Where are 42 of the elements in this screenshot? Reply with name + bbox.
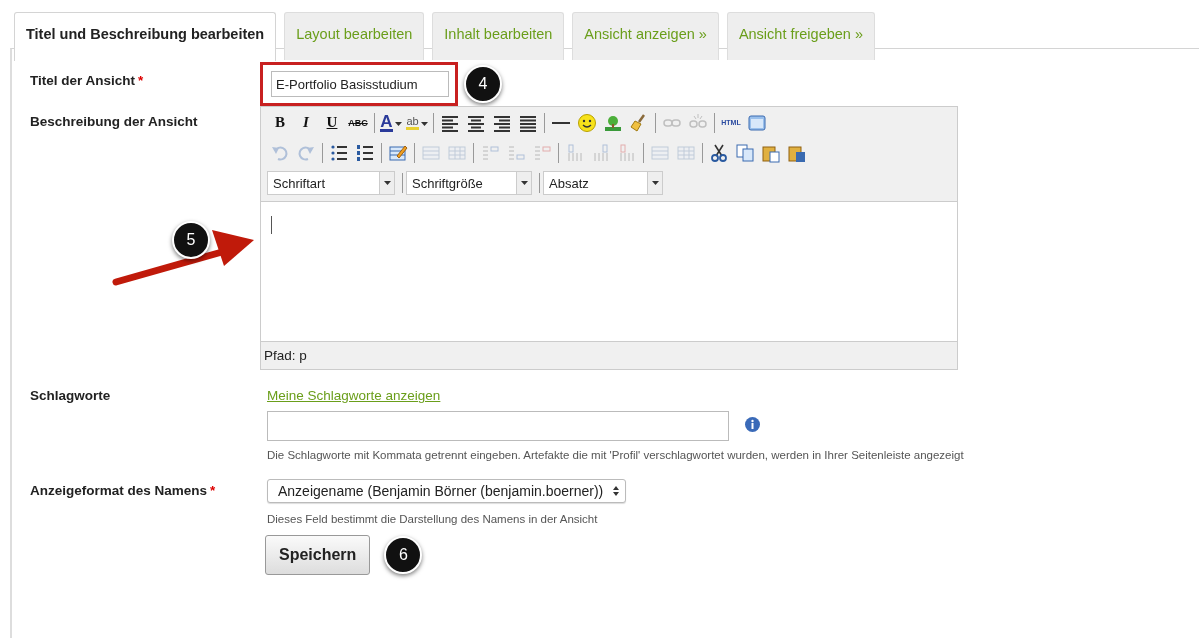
caret-icon [394,121,402,126]
toolbar-button[interactable]: I [293,110,319,135]
title-field[interactable]: E-Portfolio Basisstudium [271,71,449,97]
dropdown[interactable]: Absatz [543,170,663,195]
field-label: Beschreibung der Ansicht [30,114,198,129]
toolbar-button[interactable]: A [378,110,404,135]
table-column-icon [565,142,585,163]
caret-icon [420,121,428,126]
caret-icon [520,180,528,185]
copy-icon [735,142,755,163]
smiley-icon [577,112,597,133]
toolbar-button[interactable]: B [267,110,293,135]
hint-text: Dieses Feld bestimmt die Darstellung des Namens in der Ansicht [267,513,598,525]
horizontal-rule-icon [552,121,570,124]
window-icon [747,112,767,133]
step-number: 5 [172,221,210,259]
table-column-icon [591,142,611,163]
field-label: Titel der Ansicht [30,72,136,88]
info-icon[interactable] [745,417,760,432]
save-button[interactable]: Speichern [265,535,371,575]
hint-text: Die Schlagworte mit Kommata getrennt eingeben. Artefakte die mit 'Profil' verschlagwortet wurden, werden in Ihrer Seitenleiste angezeigt [267,449,965,461]
tab[interactable]: Titel und Beschreibung bearbeiten [14,12,277,61]
field-label: Anzeigeformat des Namens [30,483,208,498]
path-status: Pfad: p [263,347,308,365]
caret-icon [651,180,659,185]
toolbar-button[interactable]: ab [404,110,430,135]
required-mark: * [210,483,216,498]
numbered-list-icon [355,142,375,163]
updown-icon [613,486,620,496]
required-mark: * [138,72,144,88]
toolbar-button[interactable]: ABC [345,110,371,135]
table-column-icon [617,142,637,163]
tags-field[interactable] [267,411,729,441]
dropdown[interactable]: Schriftgröße [406,170,532,195]
caret-icon [383,180,391,185]
dropdown[interactable]: Schriftart [267,170,395,195]
step-number: 4 [464,65,502,103]
name-format-select[interactable]: Anzeigename (Benjamin Börner (benjamin.boerner)) [267,479,627,503]
field-label: Schlagworte [30,388,111,403]
step-number: 6 [384,536,423,574]
scissors-icon [709,142,729,163]
toolbar-button[interactable]: U [319,110,345,135]
